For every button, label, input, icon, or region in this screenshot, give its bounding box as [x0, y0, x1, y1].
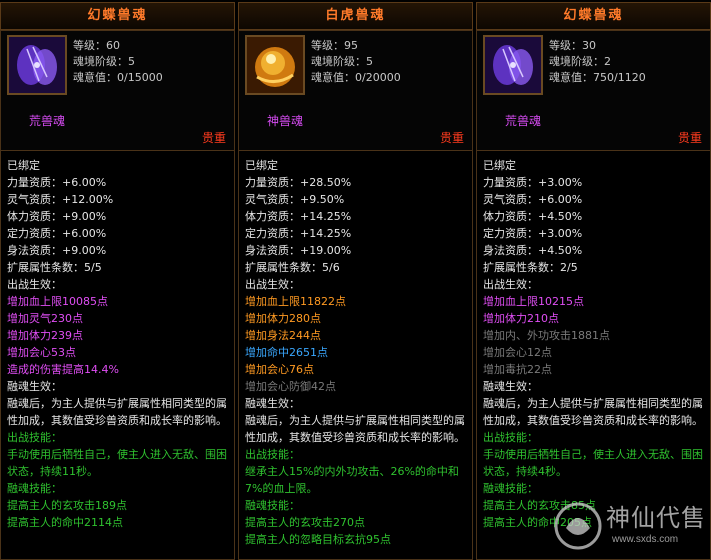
detail-line: 融魂后，为主人提供与扩展属性相同类型的属性加成，其数值受珍兽资质和成长率的影响。 — [483, 397, 703, 427]
detail-line: 增加血上限10085点 — [7, 295, 108, 308]
detail-line: 出战技能： — [245, 448, 300, 461]
detail-line: 增加体力280点 — [245, 312, 321, 325]
detail-line: 已绑定 — [245, 159, 278, 172]
detail-line: 融魂生效： — [7, 380, 62, 393]
detail-line: 手动使用后牺牲自己，使主人进入无敌、围困状态，持续11秒。 — [7, 448, 227, 478]
soul-panel-0: 幻蝶兽魂 等级：60 魂境阶级：5 魂意值：0/15000 荒兽魂 贵重 已绑定… — [0, 0, 235, 560]
detail-line: 提高主人的玄攻击85点 — [483, 499, 596, 512]
detail-line: 身法资质：+19.00% — [245, 244, 352, 257]
panel-header: 等级：60 魂境阶级：5 魂意值：0/15000 荒兽魂 贵重 — [0, 30, 235, 152]
panel-details: 已绑定力量资质：+28.50% 灵气资质：+9.50% 体力资质：+14.25% 定力… — [238, 150, 473, 560]
detail-line: 体力资质：+9.00% — [7, 210, 107, 223]
panel-title: 幻蝶兽魂 — [476, 2, 711, 30]
detail-lines: 已绑定力量资质：+3.00% 灵气资质：+6.00% 体力资质：+4.50% 定力资质… — [483, 157, 707, 531]
detail-line: 已绑定 — [7, 159, 40, 172]
detail-line: 增加会心12点 — [483, 346, 552, 359]
will-text: 魂意值：0/20000 — [311, 71, 401, 84]
detail-line: 体力资质：+14.25% — [245, 210, 352, 223]
panel-title: 幻蝶兽魂 — [0, 2, 235, 30]
detail-line: 增加会心防御42点 — [245, 380, 336, 393]
detail-lines: 已绑定力量资质：+28.50% 灵气资质：+9.50% 体力资质：+14.25% 定力… — [245, 157, 469, 548]
panel-title: 白虎兽魂 — [238, 2, 473, 30]
detail-line: 出战技能： — [483, 431, 538, 444]
detail-line: 提高主人的玄攻击189点 — [7, 499, 127, 512]
detail-line: 提高主人的命中205点 — [483, 516, 592, 529]
panel-details: 已绑定力量资质：+6.00% 灵气资质：+12.00% 体力资质：+9.00% 定力资… — [0, 150, 235, 560]
realm-text: 魂境阶级：5 — [311, 55, 373, 68]
detail-line: 增加会心53点 — [7, 346, 76, 359]
detail-line: 提高主人的命中2114点 — [7, 516, 123, 529]
detail-line: 增加毒抗22点 — [483, 363, 552, 376]
detail-line: 增加身法244点 — [245, 329, 321, 342]
soul-type: 荒兽魂 — [505, 114, 542, 128]
soul-type: 神兽魂 — [267, 114, 304, 128]
detail-line: 融魂技能： — [7, 482, 62, 495]
detail-line: 融魂后，为主人提供与扩展属性相同类型的属性加成，其数值受珍兽资质和成长率的影响。 — [245, 414, 465, 444]
detail-line: 定力资质：+6.00% — [7, 227, 107, 240]
detail-line: 增加命中2651点 — [245, 346, 328, 359]
realm-text: 魂境阶级：5 — [73, 55, 135, 68]
precious-tag: 贵重 — [677, 131, 702, 145]
detail-line: 融魂技能： — [483, 482, 538, 495]
detail-line: 增加内、外功攻击1881点 — [483, 329, 610, 342]
detail-lines: 已绑定力量资质：+6.00% 灵气资质：+12.00% 体力资质：+9.00% 定力资… — [7, 157, 231, 531]
white-tiger-icon[interactable] — [245, 35, 305, 95]
detail-line: 增加血上限10215点 — [483, 295, 584, 308]
butterfly-icon[interactable] — [7, 35, 67, 95]
detail-line: 体力资质：+4.50% — [483, 210, 583, 223]
detail-line: 提高主人的玄攻击270点 — [245, 516, 365, 529]
detail-line: 增加灵气230点 — [7, 312, 83, 325]
detail-line: 灵气资质：+6.00% — [483, 193, 583, 206]
soul-panel-1: 白虎兽魂 等级：95 魂境阶级：5 魂意值：0/20000 神兽魂 贵重 已绑定… — [238, 0, 473, 560]
detail-line: 扩展属性条数：5/6 — [245, 261, 340, 274]
panel-header: 等级：95 魂境阶级：5 魂意值：0/20000 神兽魂 贵重 — [238, 30, 473, 152]
will-text: 魂意值：0/15000 — [73, 71, 163, 84]
precious-tag: 贵重 — [201, 131, 226, 145]
detail-line: 已绑定 — [483, 159, 516, 172]
realm-text: 魂境阶级：2 — [549, 55, 611, 68]
detail-line: 出战生效： — [245, 278, 300, 291]
detail-line: 力量资质：+28.50% — [245, 176, 352, 189]
detail-line: 灵气资质：+9.50% — [245, 193, 345, 206]
detail-line: 出战技能： — [7, 431, 62, 444]
detail-line: 融魂生效： — [483, 380, 538, 393]
panel-header: 等级：30 魂境阶级：2 魂意值：750/1120 荒兽魂 贵重 — [476, 30, 711, 152]
detail-line: 身法资质：+9.00% — [7, 244, 107, 257]
will-text: 魂意值：750/1120 — [549, 71, 646, 84]
level-text: 等级：95 — [311, 39, 358, 52]
detail-line: 定力资质：+14.25% — [245, 227, 352, 240]
detail-line: 定力资质：+3.00% — [483, 227, 583, 240]
detail-line: 造成的伤害提高14.4% — [7, 363, 119, 376]
detail-line: 身法资质：+4.50% — [483, 244, 583, 257]
detail-line: 增加会心76点 — [245, 363, 314, 376]
detail-line: 扩展属性条数：2/5 — [483, 261, 578, 274]
detail-line: 增加血上限11822点 — [245, 295, 346, 308]
detail-line: 提高主人的忽略目标玄抗95点 — [245, 533, 391, 546]
detail-line: 灵气资质：+12.00% — [7, 193, 114, 206]
detail-line: 力量资质：+6.00% — [7, 176, 107, 189]
precious-tag: 贵重 — [439, 131, 464, 145]
soul-type: 荒兽魂 — [29, 114, 66, 128]
detail-line: 增加体力239点 — [7, 329, 83, 342]
detail-line: 融魂技能： — [245, 499, 300, 512]
soul-panel-2: 幻蝶兽魂 等级：30 魂境阶级：2 魂意值：750/1120 荒兽魂 贵重 已绑… — [476, 0, 711, 560]
panel-details: 已绑定力量资质：+3.00% 灵气资质：+6.00% 体力资质：+4.50% 定力资质… — [476, 150, 711, 560]
detail-line: 出战生效： — [7, 278, 62, 291]
detail-line: 融魂生效： — [245, 397, 300, 410]
level-text: 等级：60 — [73, 39, 120, 52]
level-text: 等级：30 — [549, 39, 596, 52]
detail-line: 扩展属性条数：5/5 — [7, 261, 102, 274]
detail-line: 出战生效： — [483, 278, 538, 291]
detail-line: 力量资质：+3.00% — [483, 176, 583, 189]
detail-line: 增加体力210点 — [483, 312, 559, 325]
butterfly-icon[interactable] — [483, 35, 543, 95]
detail-line: 继承主人15%的内外功攻击、26%的命中和7%的血上限。 — [245, 465, 459, 495]
detail-line: 融魂后，为主人提供与扩展属性相同类型的属性加成，其数值受珍兽资质和成长率的影响。 — [7, 397, 227, 427]
detail-line: 手动使用后牺牲自己，使主人进入无敌、围困状态，持续4秒。 — [483, 448, 703, 478]
